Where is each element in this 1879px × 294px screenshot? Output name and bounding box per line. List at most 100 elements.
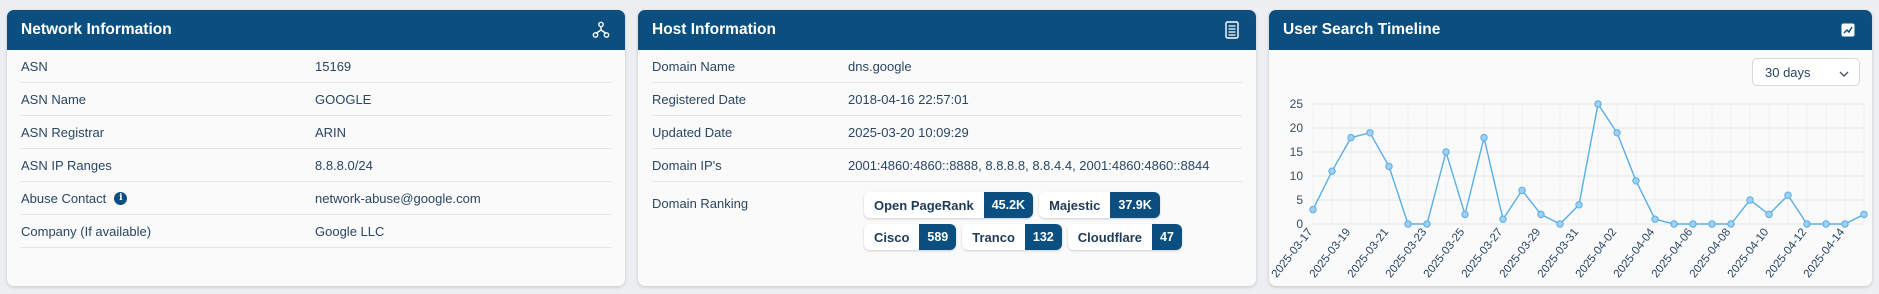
row-label: ASN <box>21 58 48 74</box>
row-value: 2001:4860:4860::8888, 8.8.8.8, 8.8.4.4, … <box>848 157 1210 173</box>
search-timeline-chart: 05101520252025-03-172025-03-192025-03-21… <box>1270 97 1868 280</box>
row-label: Domain Name <box>652 58 736 74</box>
data-point <box>1499 215 1507 223</box>
row-label: Domain IP's <box>652 157 722 173</box>
time-range-select[interactable]: 30 days <box>1752 58 1860 86</box>
data-point <box>1765 210 1773 219</box>
network-row-asn-ip-ranges: ASN IP Ranges 8.8.8.0/24 <box>21 149 611 182</box>
data-point <box>1518 186 1526 195</box>
row-value: ARIN <box>315 124 347 140</box>
host-information-title: Host Information <box>652 21 776 38</box>
data-point <box>1632 177 1640 185</box>
row-value: 15169 <box>315 58 352 74</box>
data-point <box>1784 191 1792 199</box>
y-tick-label: 5 <box>1296 193 1303 207</box>
row-label: Updated Date <box>652 124 733 140</box>
network-row-abuse-contact: Abuse Contact i network-abuse@google.com <box>21 182 611 215</box>
data-point <box>1309 205 1317 214</box>
ranking-value: 37.9K <box>1110 192 1160 218</box>
data-point <box>1803 220 1811 228</box>
data-point <box>1727 220 1735 228</box>
ranking-name: Majestic <box>1049 197 1101 213</box>
network-row-asn-registrar: ASN Registrar ARIN <box>21 116 611 149</box>
row-label: Domain Ranking <box>652 196 749 211</box>
y-tick-label: 25 <box>1290 97 1304 111</box>
user-search-timeline-card: User Search Timeline 30 days 0 5 10 15 20 25 2… <box>1269 10 1872 286</box>
ranking-name: Cisco <box>874 229 910 245</box>
row-value: Google LLC <box>315 223 385 239</box>
data-point <box>1480 133 1488 142</box>
network-icon[interactable] <box>591 20 611 40</box>
host-information-card: Host Information Domain Name dns.google … <box>638 10 1256 286</box>
data-point <box>1537 210 1545 219</box>
host-row-updated-date: Updated Date 2025-03-20 10:09:29 <box>652 116 1242 149</box>
ranking-value: 589 <box>919 224 957 250</box>
row-value: 2018-04-16 22:57:01 <box>848 91 969 107</box>
server-icon[interactable] <box>1222 20 1242 40</box>
data-point <box>1385 162 1393 171</box>
ranking-chip-tranco[interactable]: Tranco 132 <box>962 224 1062 250</box>
row-label: Registered Date <box>652 91 746 107</box>
network-information-title: Network Information <box>21 21 172 38</box>
data-point <box>1423 220 1431 228</box>
data-point <box>1746 196 1754 204</box>
ranking-name: Tranco <box>972 229 1015 245</box>
network-row-asn-name: ASN Name GOOGLE <box>21 83 611 116</box>
ranking-chips: Open PageRank 45.2K Majestic 37.9K Cisco… <box>864 192 1194 250</box>
ranking-chip-cloudflare[interactable]: Cloudflare 47 <box>1067 224 1182 250</box>
data-point <box>1708 220 1716 228</box>
row-label: ASN Registrar <box>21 124 105 140</box>
row-label: Company (If available) <box>21 223 152 239</box>
ranking-value: 132 <box>1024 224 1062 250</box>
row-value: dns.google <box>848 58 912 74</box>
row-label: Abuse Contact <box>21 190 107 206</box>
network-rows: ASN 15169 ASN Name GOOGLE ASN Registrar … <box>7 50 625 248</box>
data-point <box>1670 220 1678 228</box>
network-row-company: Company (If available) Google LLC <box>21 215 611 248</box>
ranking-chip-cisco[interactable]: Cisco 589 <box>864 224 957 250</box>
data-point <box>1442 148 1450 156</box>
user-search-timeline-header: User Search Timeline <box>1269 10 1872 50</box>
network-information-card: Network Information ASN 15169 ASN Name G… <box>7 10 625 286</box>
host-rows: Domain Name dns.google Registered Date 2… <box>638 50 1256 286</box>
data-point <box>1556 220 1564 228</box>
data-point <box>1651 215 1659 223</box>
row-value: 8.8.8.0/24 <box>315 157 373 173</box>
host-row-domain-ranking: Domain Ranking Open PageRank 45.2K Majes… <box>652 182 1242 286</box>
series-line <box>1312 102 1865 225</box>
chart-icon[interactable] <box>1838 20 1858 40</box>
data-point <box>1841 220 1849 228</box>
data-point <box>1328 167 1336 175</box>
row-label-wrap: Abuse Contact i <box>21 190 128 206</box>
data-point <box>1822 220 1830 228</box>
host-row-domain-name: Domain Name dns.google <box>652 50 1242 83</box>
row-label: ASN IP Ranges <box>21 157 112 173</box>
data-point <box>1366 129 1374 137</box>
data-point <box>1347 133 1355 142</box>
host-row-domain-ips: Domain IP's 2001:4860:4860::8888, 8.8.8.… <box>652 149 1242 182</box>
ranking-name: Cloudflare <box>1077 229 1143 245</box>
ranking-chip-majestic[interactable]: Majestic 37.9K <box>1039 192 1160 218</box>
ranking-value: 45.2K <box>983 192 1034 218</box>
row-value[interactable]: network-abuse@google.com <box>315 191 481 206</box>
host-information-header: Host Information <box>638 10 1256 50</box>
y-tick-label: 20 <box>1290 121 1304 135</box>
chevron-down-icon <box>1839 65 1849 80</box>
row-value: 2025-03-20 10:09:29 <box>848 124 969 140</box>
data-point <box>1860 210 1868 219</box>
info-icon[interactable]: i <box>114 191 128 205</box>
network-information-header: Network Information <box>7 10 625 50</box>
data-point <box>1613 129 1621 137</box>
data-point <box>1594 100 1602 108</box>
user-search-timeline-title: User Search Timeline <box>1283 21 1441 38</box>
ranking-name: Open PageRank <box>874 197 974 213</box>
host-row-registered-date: Registered Date 2018-04-16 22:57:01 <box>652 83 1242 116</box>
data-point <box>1404 220 1412 228</box>
data-point <box>1575 201 1583 209</box>
data-point <box>1461 210 1469 219</box>
y-tick-label: 0 <box>1296 217 1303 231</box>
ranking-chip-open-pagerank[interactable]: Open PageRank 45.2K <box>864 192 1034 218</box>
row-value: GOOGLE <box>315 91 372 107</box>
y-tick-label: 10 <box>1290 169 1304 183</box>
y-tick-label: 15 <box>1290 145 1304 159</box>
